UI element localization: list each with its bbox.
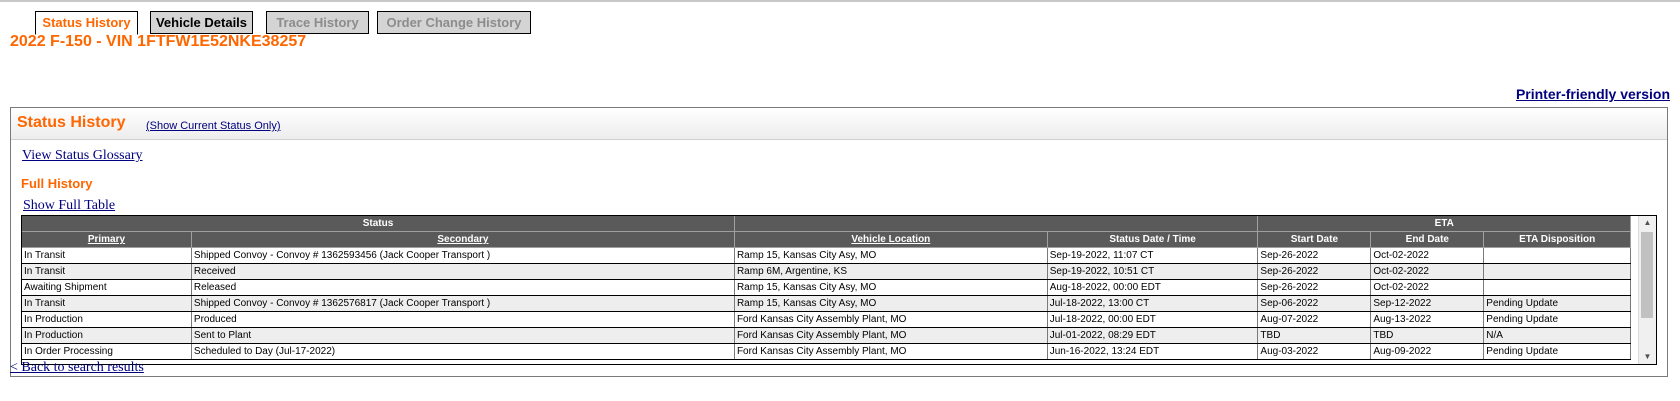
tab-order-change-history: Order Change History — [377, 11, 531, 34]
show-current-status-link[interactable]: (Show Current Status Only) — [146, 120, 281, 132]
cell-secondary: Sent to Plant — [191, 327, 735, 344]
cell-start-date: Sep-26-2022 — [1257, 247, 1372, 264]
cell-primary: In Production — [22, 311, 192, 328]
vehicle-title: 2022 F-150 - VIN 1FTFW1E52NKE38257 — [10, 33, 307, 50]
cell-primary: In Transit — [22, 263, 192, 280]
cell-secondary: Shipped Convoy - Convoy # 1362576817 (Ja… — [191, 295, 735, 312]
show-full-table-link[interactable]: Show Full Table — [23, 198, 115, 214]
cell-primary: In Production — [22, 327, 192, 344]
tab-status-history[interactable]: Status History — [35, 11, 138, 35]
cell-location: Ramp 15, Kansas City Asy, MO — [734, 279, 1048, 296]
cell-eta-disposition — [1483, 247, 1631, 264]
printer-friendly-link[interactable]: Printer-friendly version — [1516, 86, 1670, 102]
cell-end-date: TBD — [1370, 327, 1485, 344]
column-header-start-date: Start Date — [1257, 231, 1372, 248]
cell-status-date: Jun-16-2022, 13:24 EDT — [1047, 343, 1259, 360]
cell-end-date: Sep-12-2022 — [1370, 295, 1485, 312]
full-history-heading: Full History — [21, 176, 93, 191]
cell-primary: In Order Processing — [22, 343, 192, 360]
table-row: In Transit Shipped Convoy - Convoy # 136… — [22, 247, 1631, 264]
table-row: In Transit Received Ramp 6M, Argentine, … — [22, 263, 1631, 280]
cell-location: Ford Kansas City Assembly Plant, MO — [734, 311, 1048, 328]
cell-secondary: Shipped Convoy - Convoy # 1362593456 (Ja… — [191, 247, 735, 264]
group-header-location — [734, 216, 1259, 232]
back-to-search-results-link[interactable]: < Back to search results — [10, 360, 144, 376]
cell-location: Ramp 6M, Argentine, KS — [734, 263, 1048, 280]
history-table-container: Status ETA Primary Secondary Vehicle Loc… — [21, 215, 1657, 365]
scroll-up-arrow-icon[interactable]: ▲ — [1639, 216, 1656, 230]
cell-end-date: Aug-09-2022 — [1370, 343, 1485, 360]
table-row: In Order Processing Scheduled to Day (Ju… — [22, 343, 1631, 360]
cell-primary: Awaiting Shipment — [22, 279, 192, 296]
panel-header: Status History (Show Current Status Only… — [11, 108, 1667, 140]
cell-end-date: Oct-02-2022 — [1370, 247, 1485, 264]
cell-start-date: Sep-26-2022 — [1257, 263, 1372, 280]
table-row: Awaiting Shipment Released Ramp 15, Kans… — [22, 279, 1631, 296]
tab-vehicle-details[interactable]: Vehicle Details — [150, 11, 253, 34]
column-header-eta-disposition: ETA Disposition — [1483, 231, 1631, 248]
cell-end-date: Oct-02-2022 — [1370, 279, 1485, 296]
cell-status-date: Aug-18-2022, 00:00 EDT — [1047, 279, 1259, 296]
tab-trace-history: Trace History — [266, 11, 369, 34]
column-header-status-date: Status Date / Time — [1047, 231, 1259, 248]
cell-location: Ramp 15, Kansas City Asy, MO — [734, 247, 1048, 264]
top-divider — [0, 0, 1680, 2]
cell-primary: In Transit — [22, 247, 192, 264]
table-row: In Transit Shipped Convoy - Convoy # 136… — [22, 295, 1631, 312]
cell-start-date: Aug-03-2022 — [1257, 343, 1372, 360]
cell-start-date: TBD — [1257, 327, 1372, 344]
cell-eta-disposition — [1483, 263, 1631, 280]
cell-secondary: Received — [191, 263, 735, 280]
column-header-secondary[interactable]: Secondary — [191, 231, 735, 248]
scroll-thumb[interactable] — [1641, 232, 1653, 318]
cell-secondary: Scheduled to Day (Jul-17-2022) — [191, 343, 735, 360]
cell-end-date: Aug-13-2022 — [1370, 311, 1485, 328]
cell-start-date: Aug-07-2022 — [1257, 311, 1372, 328]
cell-location: Ramp 15, Kansas City Asy, MO — [734, 295, 1048, 312]
cell-eta-disposition: Pending Update — [1483, 311, 1631, 328]
group-header-eta: ETA — [1257, 216, 1631, 232]
cell-eta-disposition — [1483, 279, 1631, 296]
group-header-status: Status — [22, 216, 735, 232]
cell-end-date: Oct-02-2022 — [1370, 263, 1485, 280]
cell-eta-disposition: N/A — [1483, 327, 1631, 344]
cell-status-date: Jul-18-2022, 13:00 CT — [1047, 295, 1259, 312]
cell-status-date: Sep-19-2022, 11:07 CT — [1047, 247, 1259, 264]
table-row: In Production Produced Ford Kansas City … — [22, 311, 1631, 328]
cell-eta-disposition: Pending Update — [1483, 343, 1631, 360]
cell-primary: In Transit — [22, 295, 192, 312]
table-scrollbar[interactable]: ▲ ▼ — [1638, 216, 1656, 364]
table-row: In Production Sent to Plant Ford Kansas … — [22, 327, 1631, 344]
status-history-panel: Status History (Show Current Status Only… — [10, 107, 1668, 377]
cell-status-date: Jul-18-2022, 00:00 EDT — [1047, 311, 1259, 328]
cell-location: Ford Kansas City Assembly Plant, MO — [734, 327, 1048, 344]
cell-secondary: Released — [191, 279, 735, 296]
scroll-down-arrow-icon[interactable]: ▼ — [1639, 350, 1656, 364]
cell-status-date: Jul-01-2022, 08:29 EDT — [1047, 327, 1259, 344]
panel-title: Status History — [17, 114, 126, 131]
column-header-end-date: End Date — [1370, 231, 1485, 248]
cell-start-date: Sep-06-2022 — [1257, 295, 1372, 312]
cell-location: Ford Kansas City Assembly Plant, MO — [734, 343, 1048, 360]
cell-secondary: Produced — [191, 311, 735, 328]
cell-start-date: Sep-26-2022 — [1257, 279, 1372, 296]
column-header-primary[interactable]: Primary — [22, 231, 192, 248]
history-table: Status ETA Primary Secondary Vehicle Loc… — [22, 216, 1631, 360]
column-header-vehicle-location[interactable]: Vehicle Location — [734, 231, 1048, 248]
cell-status-date: Sep-19-2022, 10:51 CT — [1047, 263, 1259, 280]
cell-eta-disposition: Pending Update — [1483, 295, 1631, 312]
view-status-glossary-link[interactable]: View Status Glossary — [22, 148, 142, 164]
